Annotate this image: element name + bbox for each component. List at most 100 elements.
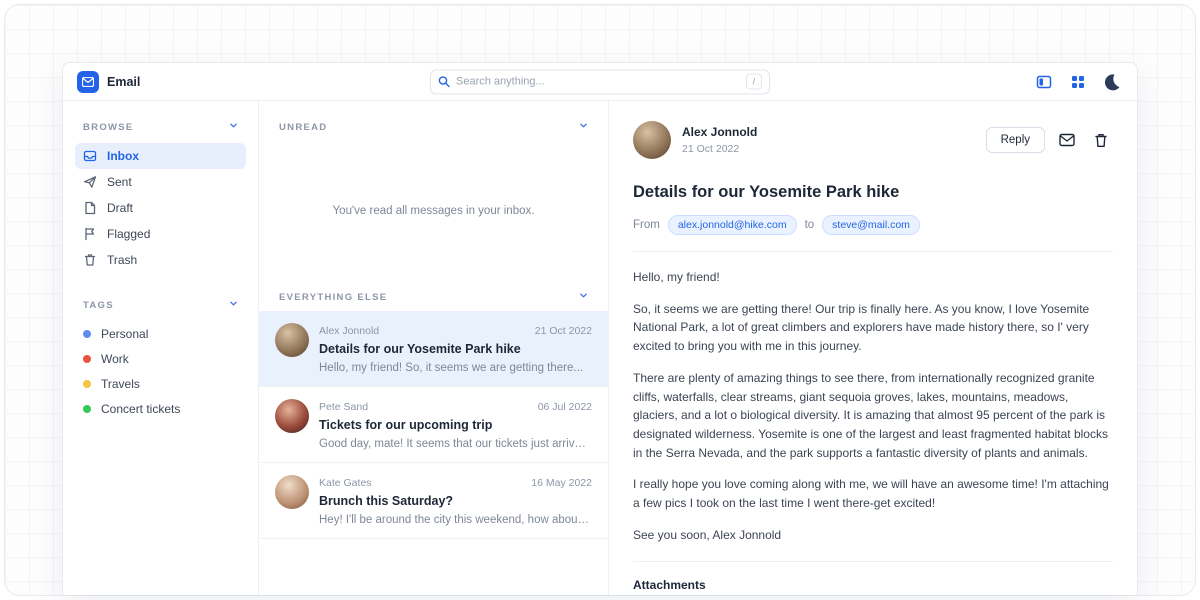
email-paragraph: See you soon, Alex Jonnold xyxy=(633,526,1113,545)
message-date: 16 May 2022 xyxy=(531,477,592,489)
tag-item-travels[interactable]: Travels xyxy=(75,371,246,396)
tag-item-work[interactable]: Work xyxy=(75,346,246,371)
message-preview: Hey! I'll be around the city this weeken… xyxy=(319,514,592,526)
message-subject: Tickets for our upcoming trip xyxy=(319,418,592,432)
dark-mode-moon-button[interactable] xyxy=(1101,71,1123,93)
everything-else-section-header[interactable]: EVERYTHING ELSE xyxy=(259,291,608,303)
message-list-item-alex[interactable]: Alex Jonnold 21 Oct 2022 Details for our… xyxy=(259,311,608,387)
everything-else-label: EVERYTHING ELSE xyxy=(279,292,387,303)
avatar xyxy=(275,323,309,357)
email-app: Email / BROWSE xyxy=(62,62,1138,595)
sent-icon xyxy=(83,175,97,189)
tags-label: TAGS xyxy=(83,300,114,311)
tag-dot-icon xyxy=(83,380,91,388)
flag-icon xyxy=(83,227,97,241)
delete-button[interactable] xyxy=(1089,128,1113,152)
app-header: Email / xyxy=(63,63,1137,101)
tag-dot-icon xyxy=(83,330,91,338)
divider xyxy=(633,251,1113,252)
sidebar-item-label: Trash xyxy=(107,253,137,267)
email-paragraph: Hello, my friend! xyxy=(633,268,1113,287)
message-preview: Good day, mate! It seems that our ticket… xyxy=(319,438,592,450)
message-sender: Kate Gates xyxy=(319,477,372,489)
search-shortcut-key: / xyxy=(746,74,762,90)
to-label: to xyxy=(805,219,815,231)
email-subject: Details for our Yosemite Park hike xyxy=(633,183,1113,202)
avatar xyxy=(275,399,309,433)
message-date: 06 Jul 2022 xyxy=(538,401,592,413)
sidebar-item-flagged[interactable]: Flagged xyxy=(75,221,246,247)
tag-dot-icon xyxy=(83,355,91,363)
reader-date: 21 Oct 2022 xyxy=(682,143,757,155)
tag-label: Work xyxy=(101,352,129,366)
email-paragraph: I really hope you love coming along with… xyxy=(633,475,1113,512)
divider xyxy=(633,561,1113,562)
tags-section-header[interactable]: TAGS xyxy=(75,299,246,311)
message-subject: Details for our Yosemite Park hike xyxy=(319,342,592,356)
to-email-chip[interactable]: steve@mail.com xyxy=(822,215,920,235)
apps-grid-button[interactable] xyxy=(1067,71,1089,93)
search-bar[interactable]: / xyxy=(430,69,770,94)
email-logo-icon xyxy=(77,71,99,93)
message-preview: Hello, my friend! So, it seems we are ge… xyxy=(319,362,592,374)
email-paragraph: There are plenty of amazing things to se… xyxy=(633,369,1113,463)
reader-actions: Reply xyxy=(986,127,1113,153)
tag-item-personal[interactable]: Personal xyxy=(75,321,246,346)
chevron-down-icon[interactable] xyxy=(229,299,238,311)
draft-icon xyxy=(83,201,97,215)
message-subject: Brunch this Saturday? xyxy=(319,494,592,508)
search-input[interactable] xyxy=(456,76,740,88)
tag-label: Personal xyxy=(101,327,148,341)
tags-section: TAGS Personal Work Travels xyxy=(75,299,246,421)
email-paragraph: So, it seems we are getting there! Our t… xyxy=(633,300,1113,356)
sidebar-item-label: Flagged xyxy=(107,227,150,241)
reply-button[interactable]: Reply xyxy=(986,127,1045,153)
tag-item-concert-tickets[interactable]: Concert tickets xyxy=(75,396,246,421)
mail-button[interactable] xyxy=(1055,128,1079,152)
avatar xyxy=(633,121,671,159)
chevron-down-icon[interactable] xyxy=(229,121,238,133)
app-body: BROWSE Inbox Sent xyxy=(63,101,1137,595)
sidebar-item-sent[interactable]: Sent xyxy=(75,169,246,195)
message-list-column: UNREAD You've read all messages in your … xyxy=(259,101,609,595)
reader-sender-name: Alex Jonnold xyxy=(682,125,757,139)
sidebar-item-label: Inbox xyxy=(107,149,139,163)
unread-section-header[interactable]: UNREAD xyxy=(259,121,608,133)
chevron-down-icon[interactable] xyxy=(579,291,588,303)
sidebar-item-inbox[interactable]: Inbox xyxy=(75,143,246,169)
trash-icon xyxy=(83,253,97,267)
unread-empty-message: You've read all messages in your inbox. xyxy=(259,205,608,217)
from-email-chip[interactable]: alex.jonnold@hike.com xyxy=(668,215,797,235)
browse-section-header[interactable]: BROWSE xyxy=(75,121,246,133)
avatar xyxy=(275,475,309,509)
chevron-down-icon[interactable] xyxy=(579,121,588,133)
message-date: 21 Oct 2022 xyxy=(535,325,592,337)
reader-header: Alex Jonnold 21 Oct 2022 Reply xyxy=(633,121,1113,159)
brand: Email xyxy=(77,71,140,93)
unread-label: UNREAD xyxy=(279,122,327,133)
message-content: Alex Jonnold 21 Oct 2022 Details for our… xyxy=(319,323,592,374)
reader-sender-block: Alex Jonnold 21 Oct 2022 xyxy=(682,125,757,155)
tag-label: Travels xyxy=(101,377,140,391)
search-icon xyxy=(438,76,450,88)
sidebar: BROWSE Inbox Sent xyxy=(63,101,259,595)
layout-panel-button[interactable] xyxy=(1033,71,1055,93)
tag-dot-icon xyxy=(83,405,91,413)
attachments-heading: Attachments xyxy=(633,578,1113,592)
header-actions xyxy=(1033,71,1123,93)
message-content: Pete Sand 06 Jul 2022 Tickets for our up… xyxy=(319,399,592,450)
from-label: From xyxy=(633,219,660,231)
message-content: Kate Gates 16 May 2022 Brunch this Satur… xyxy=(319,475,592,526)
browse-label: BROWSE xyxy=(83,122,134,133)
from-to-row: From alex.jonnold@hike.com to steve@mail… xyxy=(633,215,1113,235)
message-sender: Pete Sand xyxy=(319,401,368,413)
email-body: Hello, my friend! So, it seems we are ge… xyxy=(633,268,1113,545)
tag-label: Concert tickets xyxy=(101,402,180,416)
sidebar-item-label: Draft xyxy=(107,201,133,215)
message-list-item-pete[interactable]: Pete Sand 06 Jul 2022 Tickets for our up… xyxy=(259,387,608,463)
sidebar-item-trash[interactable]: Trash xyxy=(75,247,246,273)
message-sender: Alex Jonnold xyxy=(319,325,379,337)
message-list-item-kate[interactable]: Kate Gates 16 May 2022 Brunch this Satur… xyxy=(259,463,608,539)
sidebar-item-draft[interactable]: Draft xyxy=(75,195,246,221)
reader-pane: Alex Jonnold 21 Oct 2022 Reply Details f… xyxy=(609,101,1137,595)
